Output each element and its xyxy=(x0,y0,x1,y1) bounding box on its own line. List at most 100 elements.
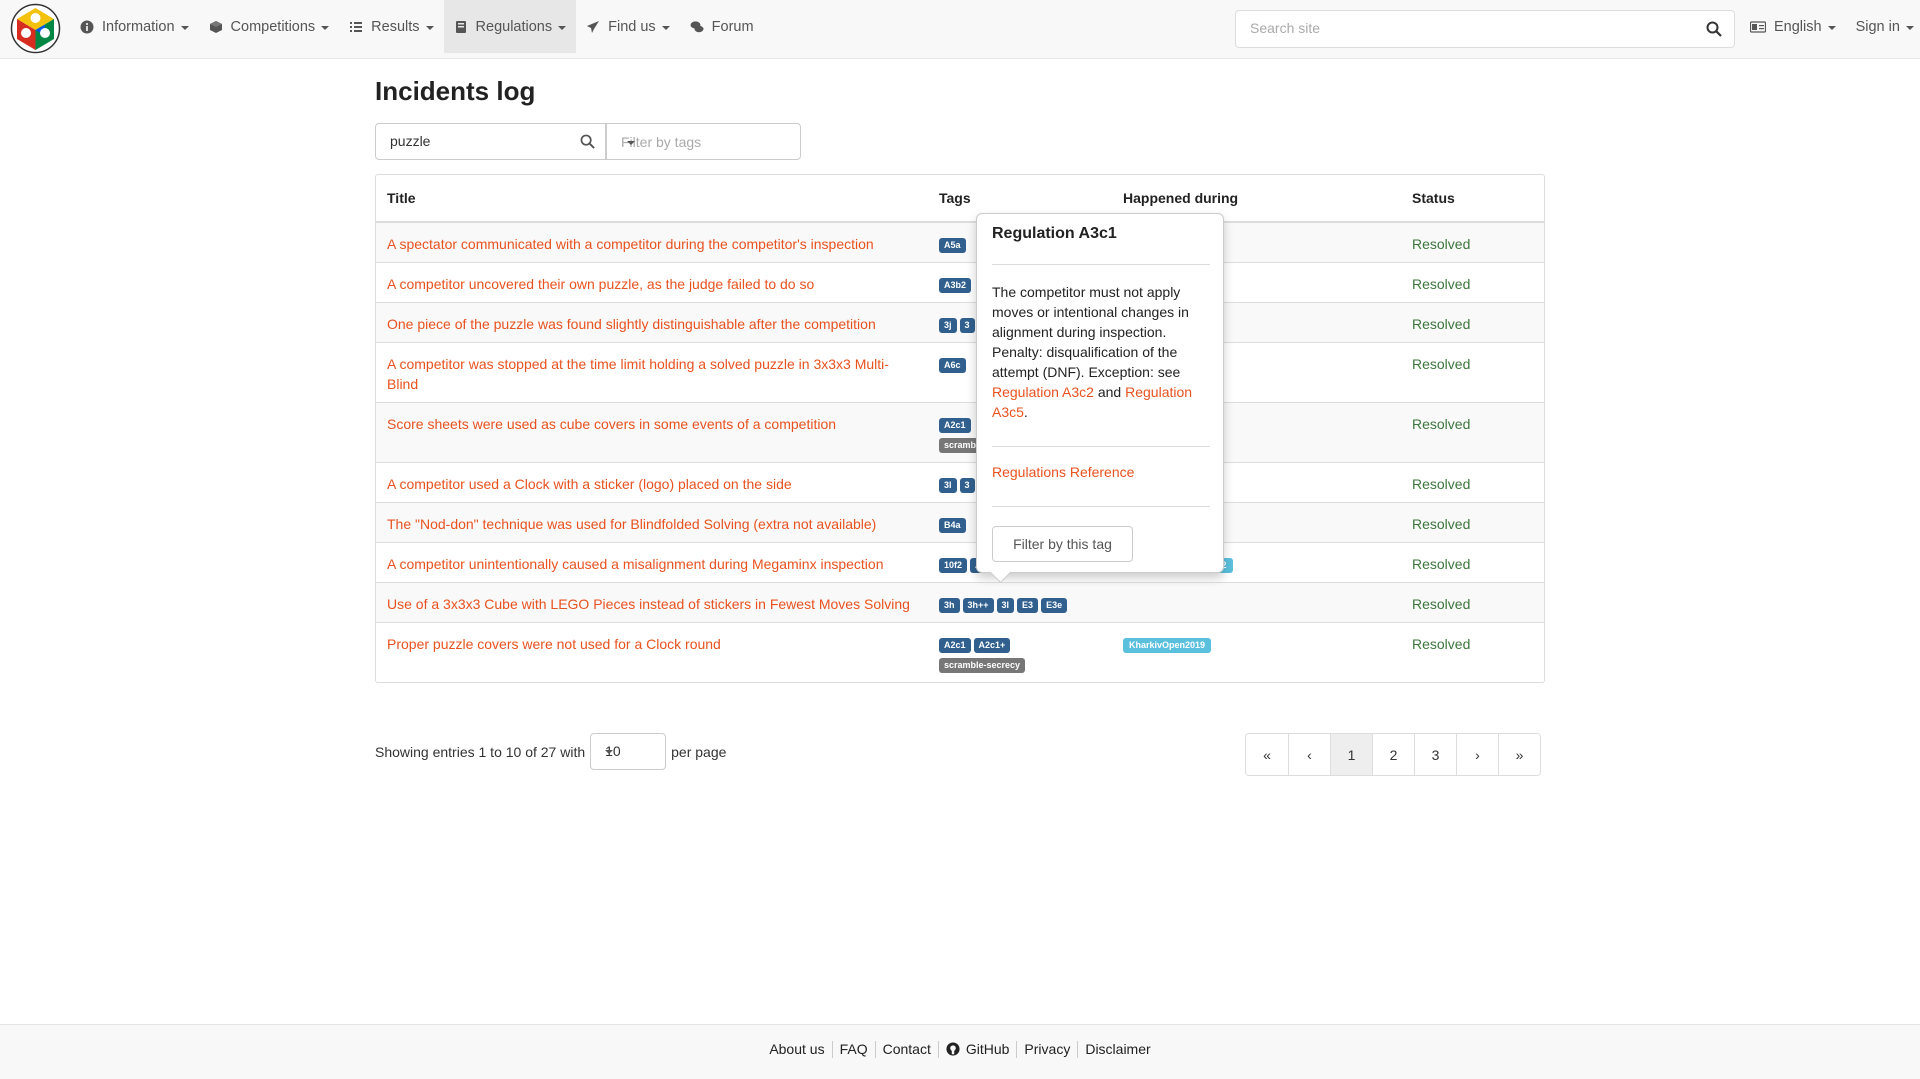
regulation-tag[interactable]: A6c xyxy=(939,357,966,373)
page-1[interactable]: 1 xyxy=(1330,734,1372,775)
incident-search-input[interactable] xyxy=(390,124,570,158)
regulation-a3c2-link[interactable]: Regulation A3c2 xyxy=(992,384,1094,400)
caret-down-icon xyxy=(627,141,635,145)
regulation-tag[interactable]: 3h++ xyxy=(962,597,994,613)
competition-badge[interactable]: KharkivOpen2019 xyxy=(1123,637,1212,653)
regulation-tag[interactable]: 3j xyxy=(939,317,957,333)
incident-title-link[interactable]: Use of a 3x3x3 Cube with LEGO Pieces ins… xyxy=(387,596,910,612)
incident-title-link[interactable]: Proper puzzle covers were not used for a… xyxy=(387,636,721,652)
table-row: A spectator communicated with a competit… xyxy=(376,221,1544,263)
page-first[interactable]: « xyxy=(1246,734,1288,775)
caret-down-icon xyxy=(1827,25,1836,30)
regulation-tag[interactable]: 3h xyxy=(939,597,960,613)
popover-divider xyxy=(992,446,1210,447)
table-row: A competitor uncovered their own puzzle,… xyxy=(376,262,1544,303)
incident-title-link[interactable]: Score sheets were used as cube covers in… xyxy=(387,416,836,432)
incident-title-link[interactable]: A competitor was stopped at the time lim… xyxy=(387,356,889,392)
incident-title-link[interactable]: A competitor uncovered their own puzzle,… xyxy=(387,276,814,292)
footer-faq-link[interactable]: FAQ xyxy=(840,1041,868,1057)
incident-status: Resolved xyxy=(1401,342,1544,403)
showing-text: Showing entries 1 to 10 of 27 with xyxy=(375,743,586,760)
regulation-popover: Regulation A3c1 The competitor must not … xyxy=(976,213,1224,573)
language-selector[interactable]: English xyxy=(1740,0,1846,53)
nav-competitions[interactable]: Competitions xyxy=(199,0,340,53)
table-row: One piece of the puzzle was found slight… xyxy=(376,302,1544,343)
footer-separator xyxy=(874,1040,876,1058)
footer-about-link[interactable]: About us xyxy=(769,1041,824,1057)
footer-privacy-link[interactable]: Privacy xyxy=(1024,1041,1070,1057)
footer-disclaimer-link[interactable]: Disclaimer xyxy=(1085,1041,1150,1057)
wca-logo[interactable] xyxy=(10,3,61,54)
table-row: A competitor was stopped at the time lim… xyxy=(376,342,1544,403)
nav-regulations[interactable]: Regulations xyxy=(443,0,577,53)
filter-by-tag-button[interactable]: Filter by this tag xyxy=(992,526,1133,562)
nav-right: English Sign in xyxy=(1740,0,1920,53)
tag-filter-select[interactable]: Filter by tags xyxy=(606,123,801,160)
footer-github-link[interactable]: GitHub xyxy=(946,1041,1010,1057)
regulation-tag[interactable]: A5a xyxy=(939,237,966,253)
regulation-tag[interactable]: A2c1+ xyxy=(973,637,1011,653)
incident-title-cell: A competitor unintentionally caused a mi… xyxy=(376,542,928,583)
regulation-tag[interactable]: B4a xyxy=(939,517,966,533)
footer-separator xyxy=(831,1040,833,1058)
footer-github-label: GitHub xyxy=(965,1041,1010,1057)
search-icon[interactable] xyxy=(1706,21,1722,37)
footer-separator xyxy=(1077,1040,1079,1058)
incident-title-link[interactable]: A competitor used a Clock with a sticker… xyxy=(387,476,792,492)
pagination: « ‹ 1 2 3 › » xyxy=(1245,733,1541,776)
incident-title-cell: The "Nod-don" technique was used for Bli… xyxy=(376,502,928,543)
table-row: A competitor unintentionally caused a mi… xyxy=(376,542,1544,583)
language-label: English xyxy=(1774,18,1822,35)
language-icon xyxy=(1750,20,1766,33)
sign-in-menu[interactable]: Sign in xyxy=(1846,0,1920,53)
header-status[interactable]: Status xyxy=(1401,175,1544,223)
caret-down-icon xyxy=(558,25,567,30)
page-prev[interactable]: ‹ xyxy=(1288,734,1330,775)
incident-tags-cell: A2c1 A2c1+ scramble-secrecy xyxy=(928,622,1112,682)
entries-info: Showing entries 1 to 10 of 27 with 10 pe… xyxy=(375,733,726,770)
regulation-tag[interactable]: E3e xyxy=(1041,597,1068,613)
regulations-reference-link[interactable]: Regulations Reference xyxy=(992,464,1134,480)
regulation-tag[interactable]: E3 xyxy=(1017,597,1039,613)
page-3[interactable]: 3 xyxy=(1414,734,1456,775)
misc-tag[interactable]: scramble-secrecy xyxy=(939,657,1026,673)
incident-title-link[interactable]: One piece of the puzzle was found slight… xyxy=(387,316,876,332)
search-icon[interactable] xyxy=(580,134,595,149)
nav-label: Results xyxy=(371,18,420,35)
incident-title-link[interactable]: The "Nod-don" technique was used for Bli… xyxy=(387,516,876,532)
page-2[interactable]: 2 xyxy=(1372,734,1414,775)
table-header-row: Title Tags Happened during Status xyxy=(376,175,1544,223)
nav-label: Competitions xyxy=(230,18,316,35)
site-search-input[interactable] xyxy=(1250,11,1690,45)
regulation-tag[interactable]: A2c1 xyxy=(939,417,971,433)
incident-status: Resolved xyxy=(1401,402,1544,463)
incidents-table: Title Tags Happened during Status A spec… xyxy=(375,174,1545,683)
footer-separator xyxy=(1016,1040,1018,1058)
nav-label: Find us xyxy=(608,18,656,35)
regulation-tag[interactable]: 3 xyxy=(959,317,975,333)
caret-down-icon xyxy=(425,25,434,30)
nav-forum[interactable]: Forum xyxy=(680,0,764,53)
caret-down-icon xyxy=(661,25,670,30)
footer-contact-link[interactable]: Contact xyxy=(883,1041,931,1057)
page-next[interactable]: › xyxy=(1456,734,1498,775)
regulation-tag[interactable]: 3 xyxy=(959,477,975,493)
nav-information[interactable]: Information xyxy=(70,0,199,53)
regulation-tag[interactable]: 10f2 xyxy=(939,557,968,573)
header-title[interactable]: Title xyxy=(376,175,928,223)
github-icon xyxy=(946,1042,960,1056)
regulation-tag[interactable]: 3l xyxy=(996,597,1015,613)
regulation-tag[interactable]: A2c1 xyxy=(939,637,971,653)
list-icon xyxy=(350,21,363,32)
per-page-select[interactable]: 10 xyxy=(590,733,667,770)
caret-down-icon xyxy=(180,25,189,30)
table-row: A competitor used a Clock with a sticker… xyxy=(376,462,1544,503)
footer-links: About us FAQ Contact GitHub Privacy Disc… xyxy=(0,1025,1920,1073)
incident-title-link[interactable]: A spectator communicated with a competit… xyxy=(387,236,874,252)
incident-title-link[interactable]: A competitor unintentionally caused a mi… xyxy=(387,556,884,572)
regulation-tag[interactable]: 3l xyxy=(939,477,957,493)
regulation-tag[interactable]: A3b2 xyxy=(939,277,972,293)
nav-find-us[interactable]: Find us xyxy=(576,0,680,53)
nav-results[interactable]: Results xyxy=(339,0,443,53)
page-last[interactable]: » xyxy=(1498,734,1540,775)
